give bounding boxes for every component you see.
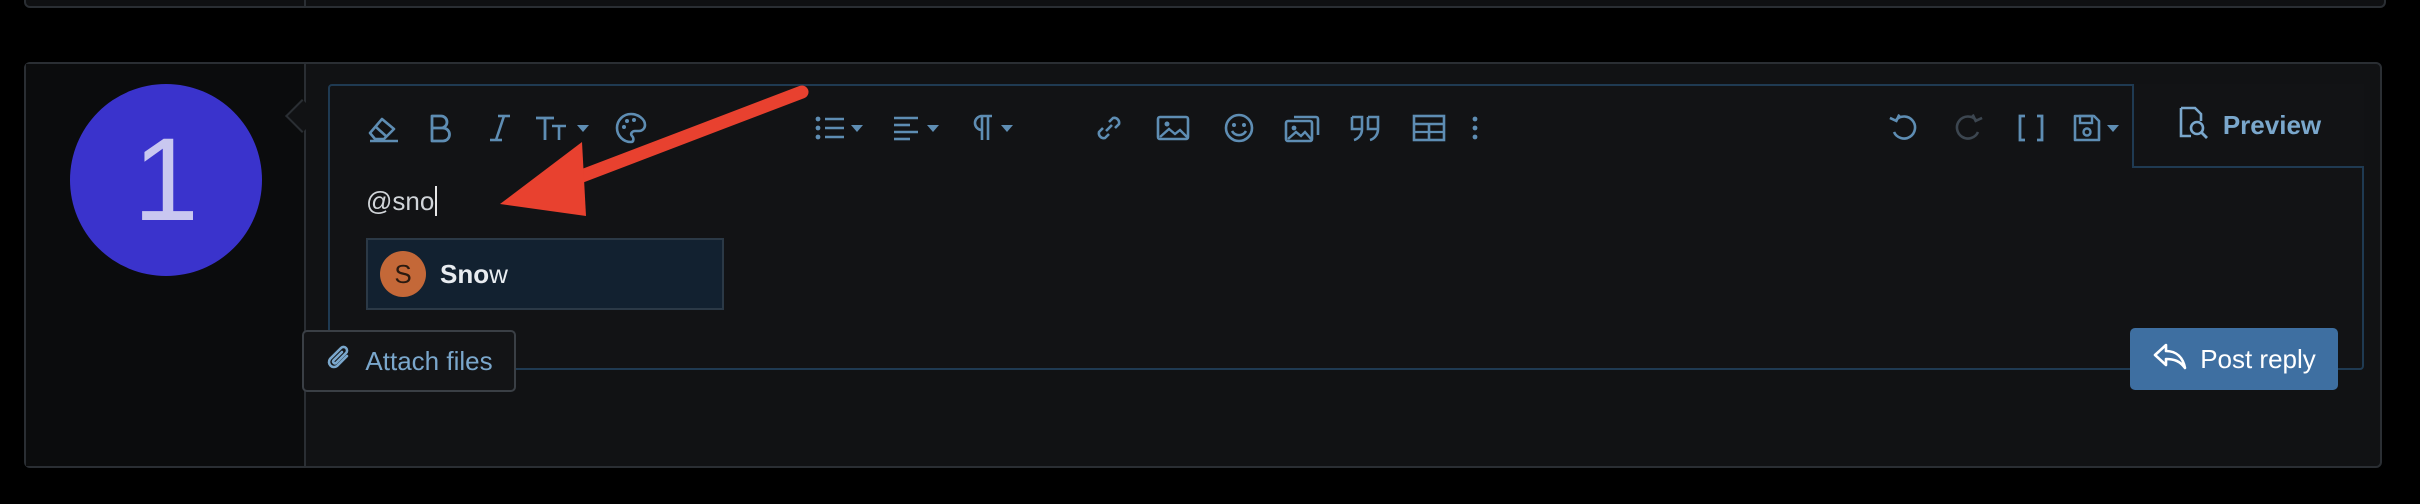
save-draft-icon[interactable] bbox=[2072, 110, 2119, 146]
quote-icon[interactable] bbox=[1348, 110, 1384, 146]
bold-icon[interactable] bbox=[426, 110, 454, 146]
preview-label: Preview bbox=[2222, 109, 2322, 140]
attach-files-button[interactable]: Attach files bbox=[302, 330, 516, 392]
redo-icon[interactable] bbox=[1952, 110, 1984, 146]
mention-avatar: S bbox=[380, 251, 426, 297]
mention-rest: w bbox=[489, 258, 508, 289]
table-icon[interactable] bbox=[1412, 110, 1446, 146]
list-icon[interactable] bbox=[814, 110, 863, 146]
attach-files-label: Attach files bbox=[365, 345, 493, 376]
post-reply-button[interactable]: Post reply bbox=[2130, 328, 2338, 390]
typed-text: @sno bbox=[366, 186, 435, 216]
text-size-icon[interactable] bbox=[534, 110, 589, 146]
mention-username: Snow bbox=[440, 259, 508, 290]
paperclip-icon bbox=[325, 342, 353, 381]
paragraph-icon[interactable] bbox=[970, 110, 1013, 146]
italic-icon[interactable] bbox=[488, 110, 512, 146]
text-cursor bbox=[435, 186, 438, 216]
more-icon[interactable] bbox=[1470, 110, 1480, 146]
image-icon[interactable] bbox=[1156, 110, 1190, 146]
rich-text-editor[interactable]: Preview @sno S Snow bbox=[328, 84, 2364, 370]
previous-message-edge bbox=[24, 0, 2386, 8]
post-reply-label: Post reply bbox=[2200, 343, 2316, 374]
preview-toggle-button[interactable]: Preview bbox=[2132, 84, 2364, 168]
preview-icon bbox=[2177, 105, 2209, 146]
eraser-icon[interactable] bbox=[366, 110, 400, 146]
palette-icon[interactable] bbox=[614, 110, 648, 146]
smiley-icon[interactable] bbox=[1222, 110, 1256, 146]
user-column: 1 bbox=[26, 64, 306, 466]
align-icon[interactable] bbox=[892, 110, 939, 146]
link-icon[interactable] bbox=[1092, 110, 1126, 146]
reply-composer-block: 1 Preview @sno S Snow bbox=[24, 62, 2382, 468]
editor-text[interactable]: @sno bbox=[366, 186, 438, 217]
avatar[interactable]: 1 bbox=[70, 84, 262, 276]
mention-suggestion-item[interactable]: S Snow bbox=[366, 238, 724, 310]
media-icon[interactable] bbox=[1284, 110, 1322, 146]
undo-icon[interactable] bbox=[1888, 110, 1920, 146]
editor-toolbar: Preview bbox=[330, 84, 2364, 168]
reply-icon bbox=[2152, 341, 2188, 378]
bbcode-icon[interactable] bbox=[2016, 110, 2046, 146]
mention-match: Sno bbox=[440, 258, 490, 289]
